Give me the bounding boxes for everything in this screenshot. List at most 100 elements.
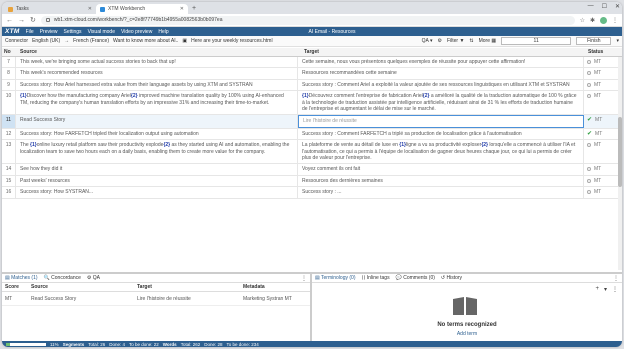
more-icon[interactable]: ⋮: [612, 17, 618, 24]
segment-row[interactable]: 9 Success story: How Ariel harnessed extr…: [2, 79, 622, 92]
segment-target[interactable]: Ressources des dernières semaines: [298, 175, 584, 187]
segment-number: 10: [2, 91, 16, 115]
segment-target[interactable]: Cette semaine, nous vous présentons quel…: [298, 57, 584, 68]
settings-icon[interactable]: ⚙: [437, 38, 441, 44]
tab-matches[interactable]: ▤ Matches (1): [5, 275, 38, 281]
panel-menu-icon[interactable]: ⋮: [301, 275, 307, 282]
arrows-icon[interactable]: ⇅: [469, 38, 473, 44]
tab-comments[interactable]: 💬 Comments (0): [396, 275, 435, 281]
segment-status: MT: [584, 57, 622, 67]
star-icon[interactable]: ☆: [580, 17, 585, 24]
confirmed-check-icon[interactable]: ✔: [587, 117, 592, 123]
breadcrumb-project[interactable]: Want to know more about AI..: [113, 38, 178, 44]
close-icon[interactable]: ✕: [88, 6, 92, 12]
inline-tag[interactable]: {2}: [481, 142, 488, 148]
more-dropdown[interactable]: More ▦: [479, 38, 497, 44]
segment-target[interactable]: Success story : ...: [298, 187, 584, 198]
breadcrumb-file[interactable]: Here are your weekly resources.html: [191, 38, 272, 44]
chevron-down-icon[interactable]: ▾: [604, 286, 607, 293]
inline-tag[interactable]: {1}: [302, 93, 309, 99]
menu-settings[interactable]: Settings: [63, 29, 81, 35]
segment-target[interactable]: Ressources recommandées cette semaine: [298, 68, 584, 79]
segment-source: Success story: How SYSTRAN...: [16, 187, 298, 198]
match-row[interactable]: MT Read Success Story Lire l'histoire de…: [2, 292, 310, 306]
close-window-icon[interactable]: ✕: [615, 3, 620, 10]
browser-tab-tasks[interactable]: Tasks ✕: [4, 4, 96, 14]
segment-row[interactable]: 15 Past weeks' resources Ressources des de…: [2, 175, 622, 188]
segment-target[interactable]: La plateforme de vente au détail de luxe…: [298, 140, 584, 164]
tab-label: Tasks: [16, 6, 29, 12]
grid-scrollbar[interactable]: [618, 57, 622, 270]
segment-row[interactable]: 13 The {1}online luxury retail platform s…: [2, 140, 622, 165]
status-circle-icon[interactable]: [587, 71, 591, 76]
match-target: Lire l'histoire de réussite: [137, 295, 191, 302]
browser-tab-workbench[interactable]: XTM Workbench ✕: [96, 4, 188, 14]
segment-number: 13: [2, 140, 16, 164]
status-circle-icon[interactable]: [587, 82, 591, 87]
menu-help[interactable]: Help: [158, 29, 168, 35]
menu-visual-mode[interactable]: Visual mode: [88, 29, 115, 35]
confirmed-check-icon[interactable]: ✔: [587, 131, 592, 137]
menu-preview[interactable]: Preview: [40, 29, 58, 35]
menu-file[interactable]: File: [26, 29, 34, 35]
tab-inline-tags[interactable]: ⟨⟩ Inline tags: [362, 275, 390, 281]
status-circle-icon[interactable]: [587, 94, 591, 99]
segment-target[interactable]: Lire l'histoire de réussite: [298, 115, 584, 128]
close-icon[interactable]: ✕: [180, 6, 184, 12]
finish-button[interactable]: Finish: [576, 37, 612, 45]
reload-icon[interactable]: ↻: [30, 16, 36, 24]
segment-number: 15: [2, 175, 16, 187]
back-icon[interactable]: ←: [6, 17, 13, 24]
segment-row[interactable]: 8 This week's recommended resources Ressou…: [2, 68, 622, 80]
segment-target[interactable]: Voyez comment ils ont fait: [298, 164, 584, 175]
inline-tag[interactable]: {1}: [399, 142, 406, 148]
xtm-favicon-icon: [100, 6, 105, 12]
menu-video-preview[interactable]: Video preview: [121, 29, 152, 35]
segment-target[interactable]: Success story : Comment FARFETCH a tripl…: [298, 128, 584, 140]
panel-menu-icon[interactable]: ⋮: [613, 275, 619, 282]
status-circle-icon[interactable]: [587, 167, 591, 172]
segment-row[interactable]: 14 See how they did it Voyez comment ils o…: [2, 164, 622, 176]
status-circle-icon[interactable]: [587, 60, 591, 64]
inline-tag[interactable]: {1}: [30, 142, 37, 148]
status-circle-icon[interactable]: [587, 190, 591, 195]
finish-dropdown-icon[interactable]: ▾: [616, 38, 619, 44]
qa-dropdown[interactable]: QA ▾: [422, 38, 433, 44]
status-circle-icon[interactable]: [587, 178, 591, 183]
menu-icon[interactable]: ⋮: [612, 286, 618, 293]
tab-qa[interactable]: ⚙ QA: [87, 275, 100, 281]
tab-history[interactable]: ↺ History: [441, 275, 462, 281]
filter-dropdown[interactable]: Filter ▼: [447, 38, 464, 44]
matches-tabs: ▤ Matches (1) 🔍 Concordance ⚙ QA ⋮: [2, 274, 310, 283]
header-status: Status: [588, 49, 604, 55]
tab-concordance[interactable]: 🔍 Concordance: [44, 275, 81, 281]
segment-row[interactable]: 7 This week, we're bringing some actual s…: [2, 57, 622, 69]
tab-terminology[interactable]: ▤ Terminology (0): [315, 275, 356, 281]
segment-jump-input[interactable]: 11: [501, 37, 572, 45]
forward-icon[interactable]: →: [18, 17, 25, 24]
segment-row[interactable]: 16 Success story: How SYSTRAN... Success s…: [2, 187, 622, 199]
segment-number: 16: [2, 187, 16, 198]
segment-row[interactable]: 12 Success story: How FARFETCH tripled th…: [2, 128, 622, 141]
connector-label[interactable]: Connector: [5, 38, 28, 44]
inline-tag[interactable]: {1}: [20, 93, 27, 99]
segment-row[interactable]: 11 Read Success Story Lire l'histoire de r…: [2, 115, 622, 129]
scrollbar-thumb[interactable]: [618, 117, 622, 187]
minimize-icon[interactable]: —: [588, 3, 594, 10]
avatar[interactable]: [600, 16, 607, 24]
status-circle-icon[interactable]: [587, 143, 591, 148]
new-tab-button[interactable]: +: [188, 5, 200, 14]
url-field[interactable]: wb1.xtm-cloud.com/workbench/?_c=2e8f7774…: [40, 15, 575, 25]
segment-target[interactable]: {1}Découvrez comment l'entreprise de fab…: [298, 91, 584, 115]
segment-status: MT: [584, 176, 622, 186]
segment-row[interactable]: 10 {1}Discover how the manufacturing comp…: [2, 91, 622, 116]
add-term-link[interactable]: Add term: [312, 331, 622, 337]
inline-tag[interactable]: {2}: [131, 93, 138, 99]
extensions-icon[interactable]: ✱: [590, 17, 595, 24]
header-source: Source: [20, 49, 37, 55]
segments-done: Done: 4: [109, 341, 125, 347]
segment-target[interactable]: Success story : Comment Ariel a exploité…: [298, 79, 584, 91]
segment-status: MT: [584, 80, 622, 90]
add-icon[interactable]: +: [595, 286, 599, 293]
maximize-icon[interactable]: ☐: [602, 3, 607, 10]
